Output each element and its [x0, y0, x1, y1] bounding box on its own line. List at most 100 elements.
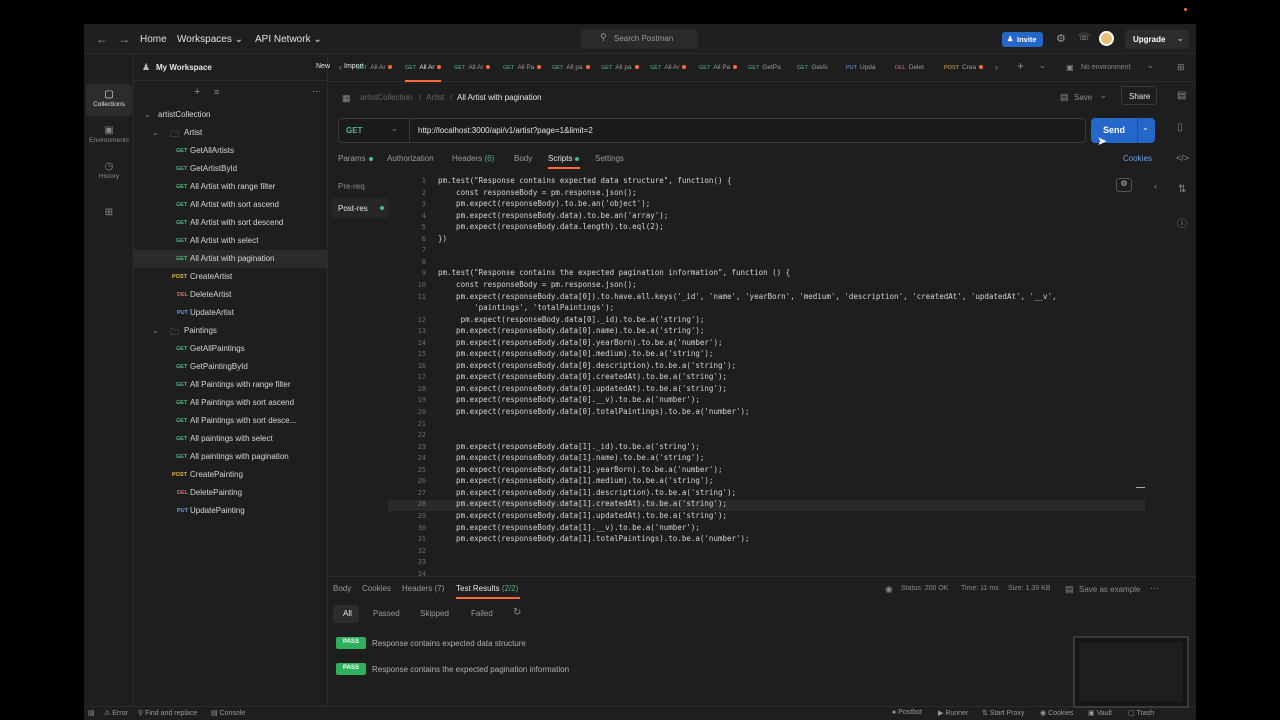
- folder-item[interactable]: ⌄ 🗀 Paintings: [134, 322, 327, 340]
- sidebar-request-item[interactable]: GET All paintings with pagination: [134, 448, 327, 466]
- comment-icon[interactable]: ▯: [1177, 122, 1183, 133]
- more-icon[interactable]: ⋯: [1150, 583, 1159, 594]
- tab-request[interactable]: GET All Pa: [503, 54, 542, 82]
- sidebar-request-item[interactable]: GET All paintings with select: [134, 430, 327, 448]
- new-button[interactable]: New: [316, 63, 330, 70]
- tab-headers[interactable]: Headers (6): [452, 154, 494, 163]
- sync-icon[interactable]: ⇅: [1178, 184, 1186, 195]
- sidebar-request-item[interactable]: GET All Artist with pagination: [134, 250, 327, 268]
- environment-select[interactable]: No environment: [1081, 64, 1130, 71]
- chevron-down-icon[interactable]: ⌄: [1142, 123, 1149, 132]
- home-link[interactable]: Home: [140, 34, 167, 45]
- tab-request[interactable]: POST Crea: [944, 54, 984, 82]
- sidebar-request-item[interactable]: GET All Paintings with range filter: [134, 376, 327, 394]
- url-input[interactable]: http://localhost:3000/api/v1/artist?page…: [418, 126, 593, 135]
- tab-request[interactable]: GET All Ar: [405, 54, 442, 82]
- folder-item[interactable]: ⌄ 🗀 Artist: [134, 124, 327, 142]
- runner-button[interactable]: ▶ Runner: [938, 709, 968, 717]
- console-button[interactable]: ▤ Console: [211, 709, 245, 717]
- tab-request[interactable]: PUT Upda: [846, 54, 876, 82]
- snippets-icon[interactable]: ⚙: [1116, 178, 1132, 192]
- sidebar-request-item[interactable]: PUT UpdatePainting: [134, 502, 327, 520]
- breadcrumb-collection[interactable]: artistCollection: [360, 93, 412, 102]
- scrollbar-thumb[interactable]: [1136, 487, 1145, 488]
- cookies-button[interactable]: ◉ Cookies: [1040, 709, 1073, 717]
- response-tab-body[interactable]: Body: [333, 584, 351, 593]
- tab-request[interactable]: GET All Ar: [650, 54, 687, 82]
- sidebar-request-item[interactable]: POST CreateArtist: [134, 268, 327, 286]
- breadcrumb-folder[interactable]: Artist: [426, 93, 444, 102]
- filter-icon[interactable]: ≡: [214, 87, 219, 97]
- save-as-example-button[interactable]: Save as example: [1079, 585, 1140, 594]
- code-icon[interactable]: </>: [1176, 153, 1189, 163]
- forward-arrow-icon[interactable]: →: [118, 32, 130, 46]
- tab-request[interactable]: GET GetAl: [797, 54, 828, 82]
- filter-passed[interactable]: Passed: [373, 605, 400, 623]
- avatar[interactable]: [1099, 31, 1114, 46]
- filter-failed[interactable]: Failed: [471, 605, 493, 623]
- collection-item[interactable]: ⌄ artistCollection: [134, 106, 327, 124]
- vault-button[interactable]: ▣ Vault: [1088, 709, 1112, 717]
- info-icon[interactable]: ⓘ: [1177, 215, 1187, 230]
- tab-params[interactable]: Params: [338, 154, 373, 163]
- response-tab-headers[interactable]: Headers (7): [402, 584, 444, 593]
- method-select[interactable]: GET: [346, 126, 362, 135]
- invite-button[interactable]: ♟ Invite: [1002, 32, 1043, 47]
- tab-request[interactable]: DEL Delet: [895, 54, 924, 82]
- sidebar-request-item[interactable]: GET All Artist with select: [134, 232, 327, 250]
- share-button[interactable]: Share: [1121, 86, 1157, 105]
- code-editor[interactable]: 1 pm.test("Response contains expected dat…: [388, 171, 1146, 579]
- sidebar-request-item[interactable]: GET All Paintings with sort ascend: [134, 394, 327, 412]
- tab-body[interactable]: Body: [514, 154, 532, 163]
- post-response-tab[interactable]: Post-res: [332, 198, 388, 218]
- sidebar-request-item[interactable]: GET All Artist with range filter: [134, 178, 327, 196]
- postbot-button[interactable]: ● Postbot: [892, 709, 922, 716]
- tab-settings[interactable]: Settings: [595, 154, 624, 163]
- tab-request[interactable]: GET All Pa: [699, 54, 738, 82]
- sidebar-request-item[interactable]: POST CreatePainting: [134, 466, 327, 484]
- back-arrow-icon[interactable]: ←: [96, 32, 108, 46]
- sidebar-request-item[interactable]: GET GetAllArtists: [134, 142, 327, 160]
- add-icon[interactable]: +: [194, 86, 200, 98]
- sidebar-request-item[interactable]: GET GetArtistById: [134, 160, 327, 178]
- sidebar-request-item[interactable]: GET All Artist with sort descend: [134, 214, 327, 232]
- tab-scripts[interactable]: Scripts: [548, 154, 580, 163]
- workspace-name[interactable]: My Workspace: [156, 63, 212, 72]
- sidebar-request-item[interactable]: PUT UpdateArtist: [134, 304, 327, 322]
- pre-request-tab[interactable]: Pre-req: [338, 182, 365, 191]
- search-input[interactable]: ⚲ Search Postman: [581, 29, 698, 49]
- filter-skipped[interactable]: Skipped: [420, 605, 449, 623]
- error-indicator[interactable]: ⚠ Error: [104, 709, 128, 717]
- refresh-icon[interactable]: ↻: [513, 607, 521, 618]
- more-icon[interactable]: ⋯: [312, 86, 321, 97]
- filter-all[interactable]: All: [333, 605, 359, 623]
- tab-request[interactable]: GET All pa: [552, 54, 590, 82]
- bell-icon[interactable]: ☏: [1078, 32, 1091, 43]
- document-icon[interactable]: ▤: [1177, 90, 1186, 101]
- chevron-left-icon[interactable]: ‹: [339, 62, 342, 72]
- tab-authorization[interactable]: Authorization: [387, 154, 434, 163]
- rail-collections[interactable]: ▢ Collections: [86, 84, 132, 116]
- response-tab-cookies[interactable]: Cookies: [362, 584, 391, 593]
- sidebar-request-item[interactable]: GET GetAllPaintings: [134, 340, 327, 358]
- sidebar-request-item[interactable]: DEL DeletePainting: [134, 484, 327, 502]
- sidebar-request-item[interactable]: GET All Paintings with sort desce...: [134, 412, 327, 430]
- add-tab-icon[interactable]: +: [1017, 59, 1024, 73]
- rail-environments[interactable]: ▣ Environments: [86, 120, 132, 152]
- layout-icon[interactable]: ▤: [88, 709, 95, 717]
- api-network-menu[interactable]: API Network ⌄: [255, 34, 322, 45]
- upgrade-button[interactable]: Upgrade ⌄: [1125, 30, 1189, 49]
- rail-history[interactable]: ◷ History: [86, 156, 132, 188]
- proxy-button[interactable]: ⇅ Start Proxy: [982, 709, 1024, 717]
- gear-icon[interactable]: ⚙: [1056, 32, 1066, 45]
- find-replace-button[interactable]: ⚲ Find and replace: [138, 709, 197, 717]
- rail-more[interactable]: ⊞: [86, 202, 132, 234]
- tab-request[interactable]: GET All pa: [601, 54, 639, 82]
- tab-request[interactable]: GET All Ar: [454, 54, 491, 82]
- sidebar-request-item[interactable]: GET GetPaintingById: [134, 358, 327, 376]
- chevron-left-icon[interactable]: ‹: [1154, 181, 1157, 191]
- response-tab-test-results[interactable]: Test Results (2/2): [456, 584, 518, 593]
- tab-request[interactable]: GET GetPa: [748, 54, 781, 82]
- page-title[interactable]: All Artist with pagination: [457, 93, 542, 102]
- cookies-link[interactable]: Cookies: [1123, 154, 1152, 163]
